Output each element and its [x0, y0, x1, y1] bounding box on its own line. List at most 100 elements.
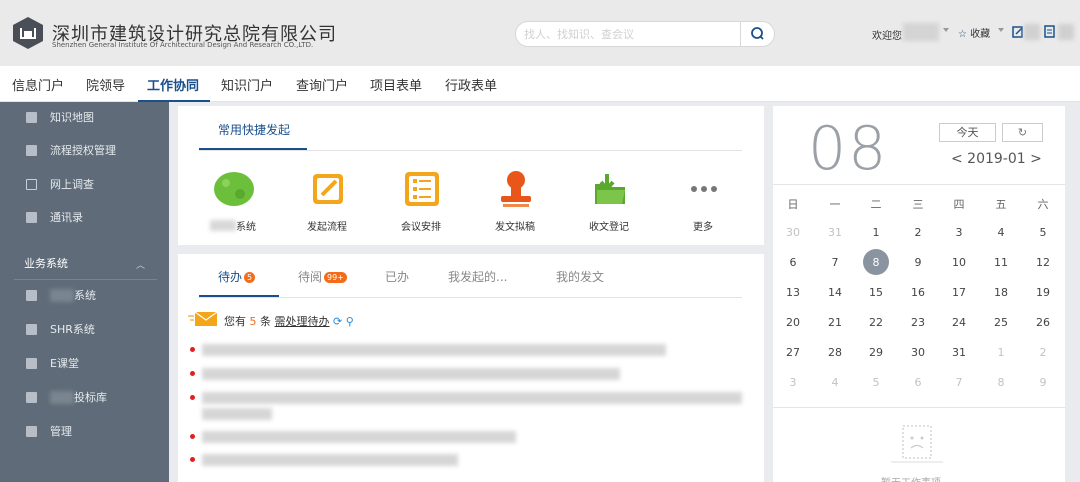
shortcut-draft-doc[interactable]: 发文拟稿 [475, 168, 555, 238]
calendar-day[interactable]: 21 [815, 316, 855, 329]
calendar-day[interactable]: 16 [898, 286, 938, 299]
tab-my-docs[interactable]: 我的发文 [556, 268, 604, 285]
calendar-day[interactable]: 1 [981, 346, 1021, 359]
sidebar-group-business[interactable]: 业务系统 ︿ [0, 248, 169, 280]
tab-done[interactable]: 已办 [385, 268, 409, 285]
calendar-day[interactable]: 18 [981, 286, 1021, 299]
shortcut-label: 发起流程 [307, 222, 347, 233]
search-button[interactable] [740, 21, 774, 47]
calendar-day[interactable]: 26 [1023, 316, 1063, 329]
sidebar-item-shr[interactable]: SHR系统 [0, 316, 169, 346]
shortcut-receive-doc[interactable]: 收文登记 [569, 168, 649, 238]
list-item[interactable] [190, 429, 750, 445]
nav-item-admin-forms[interactable]: 行政表单 [445, 75, 497, 94]
search-icon [751, 27, 764, 40]
divider [773, 184, 1065, 185]
shortcut-label: 更多 [693, 222, 713, 233]
calendar-day[interactable]: 23 [898, 316, 938, 329]
user-icon[interactable]: ⚲ [346, 315, 354, 328]
calendar-day[interactable]: 30 [773, 226, 813, 239]
sidebar-item-knowledge-map[interactable]: 知识地图 [0, 104, 169, 134]
calendar-day[interactable]: 15 [856, 286, 896, 299]
nav-item-leaders[interactable]: 院领导 [86, 75, 125, 94]
today-button[interactable]: 今天 [939, 123, 996, 142]
calendar-day-selected[interactable]: 8 [856, 256, 896, 269]
calendar-day[interactable]: 14 [815, 286, 855, 299]
calendar-day[interactable]: 24 [939, 316, 979, 329]
calendar-day[interactable]: 3 [939, 226, 979, 239]
chevron-down-icon[interactable] [998, 28, 1004, 32]
nav-item-knowledge-portal[interactable]: 知识门户 [221, 75, 273, 94]
calendar-day[interactable]: 11 [981, 256, 1021, 269]
sidebar-item-bid-library[interactable]: 投标库 [0, 384, 169, 414]
calendar-day[interactable]: 5 [856, 376, 896, 389]
shortcut-meeting[interactable]: 会议安排 [381, 168, 461, 238]
shortcut-system[interactable]: 系统 [193, 168, 273, 238]
calendar-day[interactable]: 13 [773, 286, 813, 299]
main-nav: 信息门户 院领导 工作协同 知识门户 查询门户 项目表单 行政表单 [0, 66, 1080, 102]
chevron-down-icon[interactable] [943, 28, 949, 32]
shortcut-more[interactable]: 更多 [663, 168, 743, 238]
nav-item-info-portal[interactable]: 信息门户 [12, 75, 64, 94]
tab-initiated[interactable]: 我发起的... [448, 268, 507, 285]
refresh-icon[interactable]: ⟳ [333, 315, 342, 328]
calendar-day[interactable]: 2 [1023, 346, 1063, 359]
tab-todo[interactable]: 待办 5 [218, 268, 256, 285]
calendar-day[interactable]: 2 [898, 226, 938, 239]
sidebar-item-eclass[interactable]: E课堂 [0, 350, 169, 380]
tab-to-read[interactable]: 待阅 99+ [298, 268, 347, 285]
calendar-day[interactable]: 3 [773, 376, 813, 389]
favorites-button[interactable]: ☆ 收藏 [958, 25, 990, 40]
calendar-day[interactable]: 4 [981, 226, 1021, 239]
nav-item-query-portal[interactable]: 查询门户 [296, 75, 348, 94]
calendar-day[interactable]: 28 [815, 346, 855, 359]
calendar-refresh-button[interactable]: ↻ [1002, 123, 1043, 142]
calendar-day[interactable]: 20 [773, 316, 813, 329]
shortcut-start-process[interactable]: 发起流程 [287, 168, 367, 238]
list-item[interactable] [190, 342, 750, 358]
calendar-day[interactable]: 10 [939, 256, 979, 269]
todo-notice-count: 5 [249, 315, 257, 328]
calendar-day[interactable]: 25 [981, 316, 1021, 329]
calendar-day[interactable]: 31 [939, 346, 979, 359]
calendar-day[interactable]: 4 [815, 376, 855, 389]
user-name[interactable] [903, 23, 939, 41]
calendar-day[interactable]: 8 [981, 376, 1021, 389]
calendar-day[interactable]: 31 [815, 226, 855, 239]
sidebar-item-system[interactable]: 系统 [0, 282, 169, 312]
nav-item-project-forms[interactable]: 项目表单 [370, 75, 422, 94]
calendar-day[interactable]: 5 [1023, 226, 1063, 239]
document-icon[interactable] [1044, 25, 1056, 38]
nav-item-collaboration[interactable]: 工作协同 [147, 75, 199, 94]
redacted-text [1058, 24, 1074, 40]
list-item[interactable] [190, 390, 750, 406]
todo-notice-link[interactable]: 需处理待办 [275, 315, 330, 328]
month-navigator[interactable]: < 2019-01 > [951, 151, 1042, 167]
calendar-day[interactable]: 29 [856, 346, 896, 359]
calendar-day[interactable]: 6 [773, 256, 813, 269]
edit-icon[interactable] [1012, 25, 1024, 38]
list-item[interactable] [190, 366, 750, 382]
calendar-day[interactable]: 27 [773, 346, 813, 359]
calendar-day[interactable]: 7 [939, 376, 979, 389]
calendar-day[interactable]: 7 [815, 256, 855, 269]
sidebar-item-survey[interactable]: 网上调查 [0, 171, 169, 201]
shortcut-label: 收文登记 [589, 222, 629, 233]
refresh-icon: ↻ [1017, 126, 1028, 139]
tab-common-shortcuts[interactable]: 常用快捷发起 [218, 121, 290, 138]
calendar-day[interactable]: 19 [1023, 286, 1063, 299]
shortcut-label: 会议安排 [401, 222, 441, 233]
calendar-day[interactable]: 9 [898, 256, 938, 269]
calendar-day[interactable]: 12 [1023, 256, 1063, 269]
calendar-day[interactable]: 6 [898, 376, 938, 389]
calendar-day[interactable]: 17 [939, 286, 979, 299]
calendar-day[interactable]: 30 [898, 346, 938, 359]
search-input[interactable] [524, 25, 744, 43]
sidebar-item-management[interactable]: 管理 [0, 418, 169, 448]
list-item[interactable] [190, 452, 750, 468]
sidebar-item-contacts[interactable]: 通讯录 [0, 204, 169, 234]
calendar-day[interactable]: 9 [1023, 376, 1063, 389]
calendar-day[interactable]: 1 [856, 226, 896, 239]
calendar-day[interactable]: 22 [856, 316, 896, 329]
sidebar-item-process-auth[interactable]: 流程授权管理 [0, 137, 169, 167]
